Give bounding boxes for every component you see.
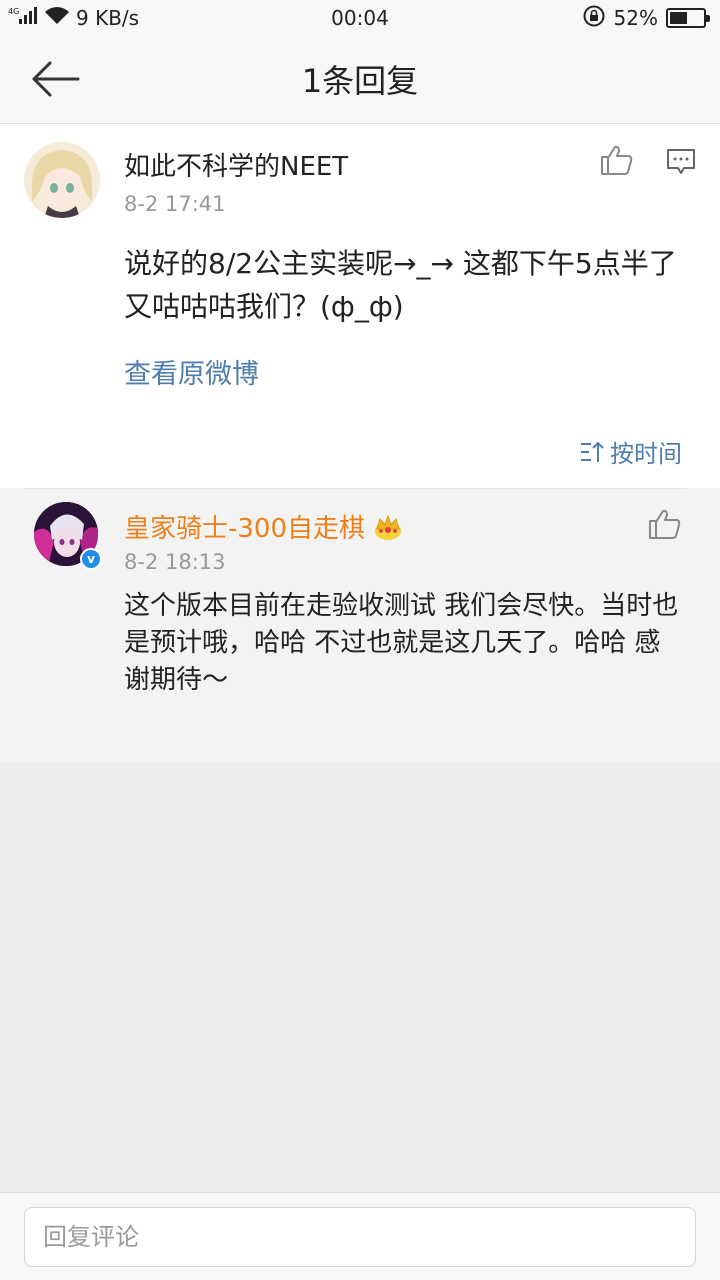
reply-author[interactable]: 皇家骑士-300自走棋 xyxy=(124,508,403,545)
divider xyxy=(24,488,686,489)
reply-input[interactable] xyxy=(24,1207,696,1267)
comment-button[interactable] xyxy=(661,142,701,182)
bottom-bar xyxy=(0,1192,720,1280)
view-original-link[interactable]: 查看原微博 xyxy=(124,352,259,391)
reply-author-name: 皇家骑士-300自走棋 xyxy=(124,514,366,544)
like-button[interactable] xyxy=(597,140,637,180)
sort-button[interactable]: 按时间 xyxy=(580,434,682,469)
comment-icon xyxy=(667,149,695,174)
verified-icon: v xyxy=(80,548,102,570)
comment-text: 说好的8/2公主实装呢→_→ 这都下午5点半了 又咕咕咕我们？(ф_ф) xyxy=(124,247,677,323)
comment-time: 8-2 17:41 xyxy=(124,192,226,216)
reply-time: 8-2 18:13 xyxy=(124,550,226,574)
battery-percent: 52% xyxy=(613,6,658,30)
rotation-lock-icon xyxy=(582,4,606,32)
thumbs-up-icon xyxy=(649,509,681,539)
sort-icon xyxy=(581,441,604,462)
sort-label: 按时间 xyxy=(610,440,682,468)
battery-icon xyxy=(666,8,710,28)
comment-author[interactable]: 如此不科学的NEET xyxy=(124,146,348,183)
main-comment: 如此不科学的NEET 8-2 17:41 说好的8/2公主实装呢→_→ 这都下午… xyxy=(0,124,720,488)
page-title: 1条回复 xyxy=(301,62,419,100)
crown-icon xyxy=(375,513,402,540)
header: 1条回复 xyxy=(0,36,720,124)
status-right: 52% xyxy=(582,4,710,32)
reply-item: v 皇家骑士-300自走棋 8-2 18:13 这个版本目前在走验收测试 我们会… xyxy=(0,488,720,762)
avatar[interactable] xyxy=(24,142,100,218)
reply-avatar-wrap[interactable]: v xyxy=(34,502,102,570)
thumbs-up-icon xyxy=(601,145,633,175)
battery-level xyxy=(670,12,687,24)
reply-like-button[interactable] xyxy=(645,504,685,544)
status-bar: 4G 9 KB/s 00:04 52% xyxy=(0,0,720,36)
reply-text: 这个版本目前在走验收测试 我们会尽快。当时也是预计哦，哈哈 不过也就是这几天了。… xyxy=(124,591,679,695)
